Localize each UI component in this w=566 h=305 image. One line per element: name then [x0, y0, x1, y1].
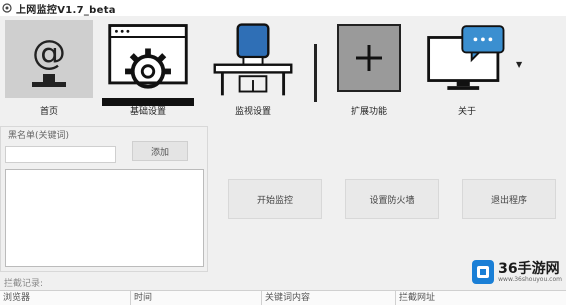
tool-extensions-label: 扩展功能 — [350, 107, 387, 117]
exit-program-button[interactable]: 退出程序 — [462, 179, 556, 219]
column-header-url[interactable]: 拦截网址 — [396, 291, 566, 305]
column-header-time[interactable]: 时间 — [131, 291, 262, 305]
tool-about-label: 关于 — [457, 107, 476, 117]
watermark-logo-icon — [472, 260, 495, 284]
tool-monitor-settings[interactable]: 监视设置 — [204, 20, 302, 120]
watermark-main: 36手游网 — [498, 260, 560, 277]
tool-underbar — [102, 98, 194, 106]
title-bar: 上网监控V1.7_beta — [0, 0, 566, 16]
tool-monitor-settings-label: 监视设置 — [234, 107, 271, 117]
chair-desk-icon — [209, 20, 297, 98]
log-table-header: 浏览器 时间 关键词内容 拦截网址 — [0, 290, 566, 305]
plus-box-icon — [325, 20, 413, 98]
toolbar: @ 首页 基础设置 监视设置 扩展功能 关于 ▼ — [0, 16, 566, 120]
tool-about[interactable]: 关于 — [418, 20, 516, 120]
tool-home-label: 首页 — [39, 107, 58, 117]
app-icon — [2, 3, 12, 13]
keywords-group-title: 黑名单(关键词) — [6, 128, 72, 141]
add-keyword-button[interactable]: 添加 — [132, 141, 188, 161]
watermark-sub: www.36shouyou.com — [498, 275, 562, 283]
toolbar-separator — [314, 44, 317, 102]
keyword-list[interactable] — [5, 169, 204, 267]
tool-home[interactable]: @ 首页 — [0, 20, 98, 120]
chat-monitor-icon — [423, 20, 511, 98]
set-firewall-button[interactable]: 设置防火墙 — [345, 179, 439, 219]
gear-window-icon — [104, 20, 192, 98]
tool-extensions[interactable]: 扩展功能 — [320, 20, 418, 120]
svg-text:@: @ — [32, 33, 66, 73]
chevron-down-icon[interactable]: ▼ — [516, 60, 522, 69]
column-header-keyword[interactable]: 关键词内容 — [262, 291, 396, 305]
keyword-input[interactable] — [5, 146, 116, 163]
start-monitor-button[interactable]: 开始监控 — [228, 179, 322, 219]
window-title: 上网监控V1.7_beta — [16, 4, 116, 16]
log-label: 拦截记录: — [4, 279, 44, 289]
at-monitor-icon: @ — [5, 20, 93, 98]
watermark: 36手游网 www.36shouyou.com — [472, 258, 562, 286]
column-header-browser[interactable]: 浏览器 — [0, 291, 131, 305]
tool-basic-settings[interactable]: 基础设置 — [99, 20, 197, 120]
watermark-text: 36手游网 www.36shouyou.com — [498, 262, 562, 283]
